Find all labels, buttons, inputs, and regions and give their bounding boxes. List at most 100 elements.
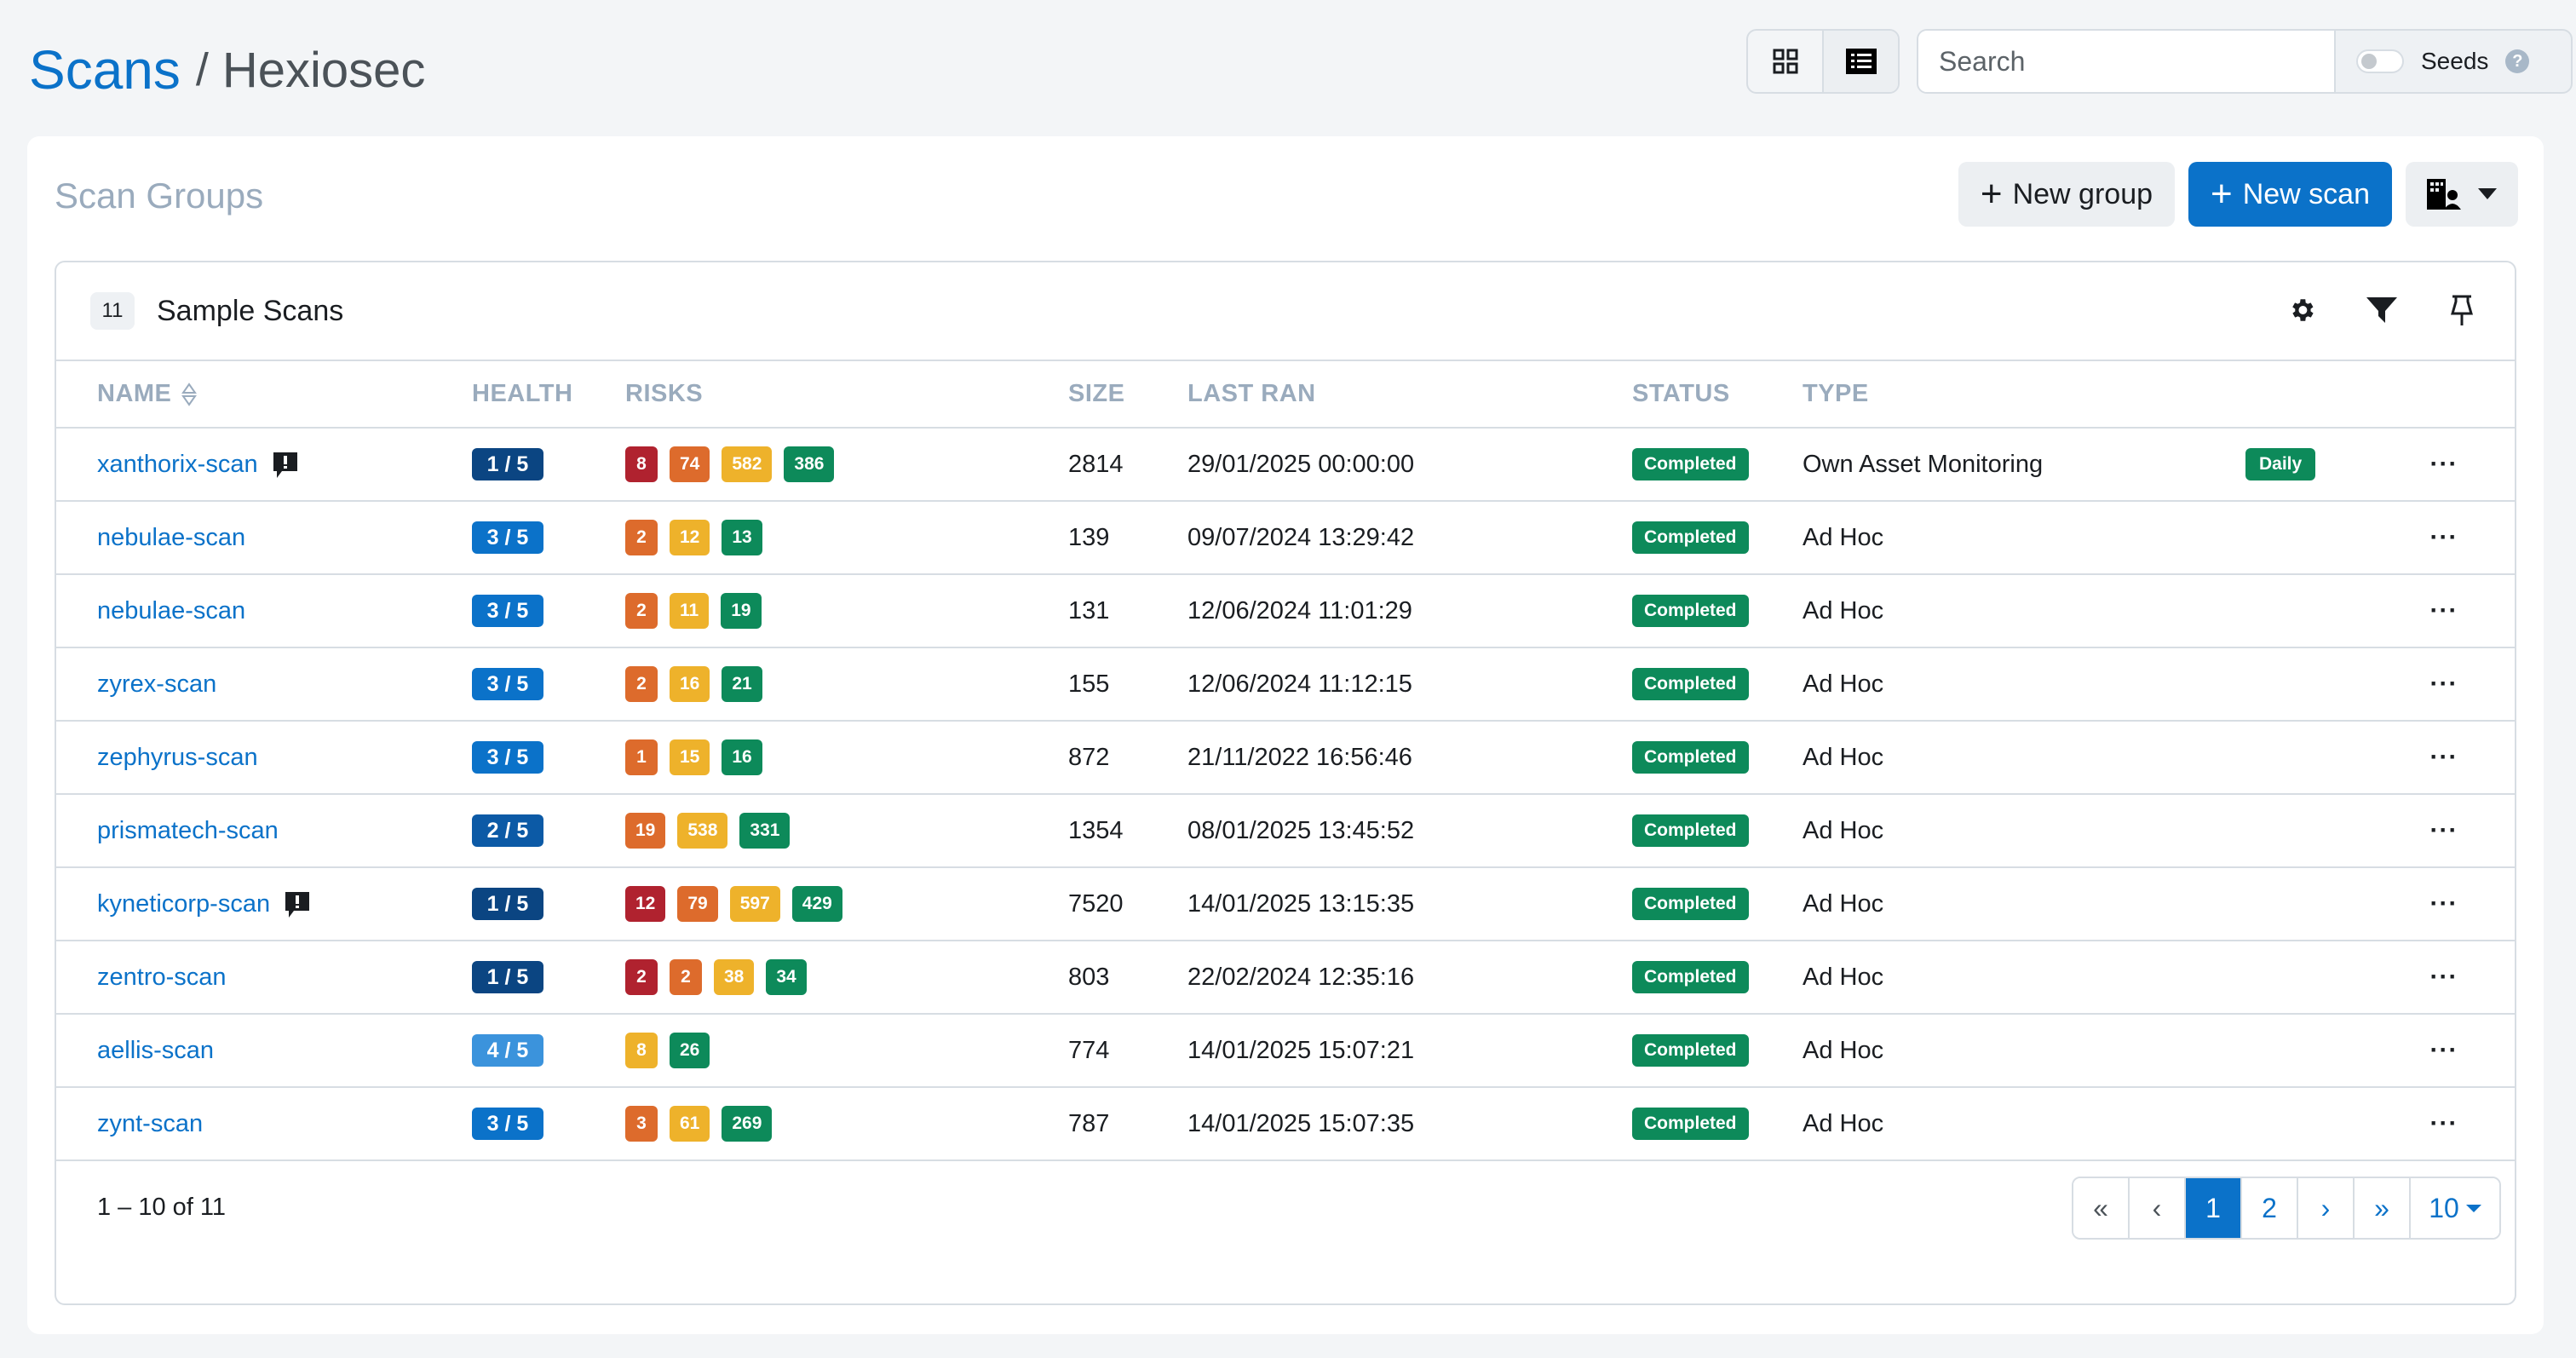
risk-badge-high[interactable]: 2 bbox=[625, 593, 658, 629]
risk-badge-low[interactable]: 429 bbox=[791, 886, 842, 922]
cell-frequency bbox=[2245, 794, 2373, 868]
cell-type: Own Asset Monitoring bbox=[1803, 428, 2245, 502]
risk-badge-critical[interactable]: 8 bbox=[625, 446, 658, 482]
risk-badge-medium[interactable]: 12 bbox=[670, 520, 710, 555]
risk-badge-low[interactable]: 21 bbox=[722, 666, 762, 702]
search-input[interactable] bbox=[1918, 31, 2336, 92]
more-actions-icon[interactable]: ··· bbox=[2430, 816, 2458, 844]
risk-badge-medium[interactable]: 15 bbox=[670, 739, 710, 775]
risk-badge-high[interactable]: 2 bbox=[625, 666, 658, 702]
risk-badge-low[interactable]: 386 bbox=[784, 446, 835, 482]
table-row[interactable]: zephyrus-scan 3 / 5 1 15 16 872 21/11/2022… bbox=[56, 721, 2515, 795]
scan-name-link[interactable]: kyneticorp-scan bbox=[97, 890, 270, 918]
table-row[interactable]: xanthorix-scan 1 / 5 8 74 582 386 2814 29/0… bbox=[56, 428, 2515, 502]
cell-name: aellis-scan bbox=[56, 1014, 472, 1088]
scan-name-link[interactable]: zephyrus-scan bbox=[97, 744, 258, 771]
breadcrumb-separator: / bbox=[195, 44, 209, 95]
risk-badge-low[interactable]: 34 bbox=[766, 959, 807, 995]
group-settings-button[interactable] bbox=[2286, 293, 2317, 327]
cell-actions: ··· bbox=[2373, 867, 2515, 941]
page-2-button[interactable]: 2 bbox=[2242, 1178, 2298, 1238]
more-actions-icon[interactable]: ··· bbox=[2430, 596, 2458, 624]
risk-badge-low[interactable]: 331 bbox=[739, 813, 791, 849]
table-row[interactable]: zentro-scan 1 / 5 2 2 38 34 803 22/02/2024 … bbox=[56, 941, 2515, 1015]
risk-badge-medium[interactable]: 597 bbox=[729, 886, 780, 922]
risk-badge-low[interactable]: 19 bbox=[721, 593, 762, 629]
scan-name-link[interactable]: zyrex-scan bbox=[97, 670, 216, 698]
cell-status: Completed bbox=[1632, 867, 1803, 941]
more-actions-icon[interactable]: ··· bbox=[2430, 523, 2458, 551]
table-row[interactable]: prismatech-scan 2 / 5 19 538 331 1354 08/0… bbox=[56, 794, 2515, 868]
risk-badge-low[interactable]: 16 bbox=[722, 739, 762, 775]
risk-badge-medium[interactable]: 538 bbox=[677, 813, 728, 849]
organisation-dropdown-button[interactable] bbox=[2406, 162, 2518, 227]
table-row[interactable]: aellis-scan 4 / 5 8 26 774 14/01/2025 15:… bbox=[56, 1014, 2515, 1088]
status-badge: Completed bbox=[1632, 888, 1749, 920]
next-page-button[interactable]: › bbox=[2298, 1178, 2355, 1238]
risk-badge-medium[interactable]: 38 bbox=[714, 959, 755, 995]
prev-page-button[interactable]: ‹ bbox=[2130, 1178, 2186, 1238]
table-row[interactable]: zynt-scan 3 / 5 3 61 269 787 14/01/2025 15… bbox=[56, 1087, 2515, 1161]
cell-frequency bbox=[2245, 941, 2373, 1015]
risk-badge-high[interactable]: 2 bbox=[625, 520, 658, 555]
risk-badge-medium[interactable]: 8 bbox=[625, 1033, 658, 1068]
more-actions-icon[interactable]: ··· bbox=[2430, 963, 2458, 991]
cell-frequency bbox=[2245, 721, 2373, 795]
risk-badge-high[interactable]: 19 bbox=[625, 813, 666, 849]
page-1-button[interactable]: 1 bbox=[2186, 1178, 2242, 1238]
seeds-toggle[interactable] bbox=[2356, 49, 2404, 73]
scan-name-link[interactable]: zentro-scan bbox=[97, 964, 227, 991]
grid-view-button[interactable] bbox=[1748, 31, 1822, 92]
cell-status: Completed bbox=[1632, 721, 1803, 795]
risk-badge-high[interactable]: 79 bbox=[677, 886, 718, 922]
risk-badge-medium[interactable]: 11 bbox=[670, 593, 710, 629]
last-page-button[interactable]: » bbox=[2355, 1178, 2411, 1238]
more-actions-icon[interactable]: ··· bbox=[2430, 743, 2458, 771]
more-actions-icon[interactable]: ··· bbox=[2430, 450, 2458, 478]
risk-badge-medium[interactable]: 61 bbox=[670, 1106, 710, 1142]
scan-name-link[interactable]: nebulae-scan bbox=[97, 524, 245, 551]
risk-badge-critical[interactable]: 12 bbox=[625, 886, 666, 922]
breadcrumb-scans-link[interactable]: Scans bbox=[29, 38, 181, 101]
scan-name-link[interactable]: nebulae-scan bbox=[97, 597, 245, 624]
risk-badge-medium[interactable]: 16 bbox=[670, 666, 710, 702]
column-header-name[interactable]: NAME bbox=[56, 361, 472, 429]
group-pin-button[interactable] bbox=[2447, 293, 2477, 327]
page-size-dropdown[interactable]: 10 bbox=[2411, 1178, 2499, 1238]
comment-alert-icon[interactable] bbox=[285, 891, 310, 918]
scan-name-link[interactable]: xanthorix-scan bbox=[97, 451, 258, 478]
new-group-button[interactable]: + New group bbox=[1958, 162, 2176, 227]
table-row[interactable]: kyneticorp-scan 1 / 5 12 79 597 429 7520 14… bbox=[56, 867, 2515, 941]
new-scan-button[interactable]: + New scan bbox=[2188, 162, 2392, 227]
table-row[interactable]: nebulae-scan 3 / 5 2 11 19 131 12/06/2024 … bbox=[56, 574, 2515, 648]
scan-name-link[interactable]: aellis-scan bbox=[97, 1037, 214, 1064]
cell-risks: 8 74 582 386 bbox=[625, 428, 1068, 502]
cell-name: nebulae-scan bbox=[56, 574, 472, 648]
table-row[interactable]: zyrex-scan 3 / 5 2 16 21 155 12/06/2024 11… bbox=[56, 647, 2515, 722]
more-actions-icon[interactable]: ··· bbox=[2430, 1109, 2458, 1137]
risk-badge-medium[interactable]: 582 bbox=[722, 446, 773, 482]
risk-badge-low[interactable]: 13 bbox=[722, 520, 762, 555]
list-view-button[interactable] bbox=[1822, 31, 1898, 92]
table-row[interactable]: nebulae-scan 3 / 5 2 12 13 139 09/07/2024 … bbox=[56, 501, 2515, 575]
status-badge: Completed bbox=[1632, 1034, 1749, 1067]
risk-badge-high[interactable]: 2 bbox=[670, 959, 702, 995]
first-page-button[interactable]: « bbox=[2073, 1178, 2130, 1238]
group-filter-button[interactable] bbox=[2366, 293, 2397, 327]
risk-badge-high[interactable]: 74 bbox=[670, 446, 710, 482]
status-badge: Completed bbox=[1632, 595, 1749, 627]
comment-alert-icon[interactable] bbox=[273, 452, 297, 478]
scan-name-link[interactable]: zynt-scan bbox=[97, 1110, 203, 1137]
risk-badge-low[interactable]: 26 bbox=[670, 1033, 710, 1068]
scan-name-link[interactable]: prismatech-scan bbox=[97, 817, 279, 844]
column-header-size: SIZE bbox=[1068, 361, 1187, 429]
risk-badge-high[interactable]: 1 bbox=[625, 739, 658, 775]
help-icon[interactable]: ? bbox=[2505, 49, 2530, 73]
risk-badge-critical[interactable]: 2 bbox=[625, 959, 658, 995]
more-actions-icon[interactable]: ··· bbox=[2430, 1036, 2458, 1064]
risk-badge-low[interactable]: 269 bbox=[722, 1106, 773, 1142]
more-actions-icon[interactable]: ··· bbox=[2430, 889, 2458, 918]
risk-badge-high[interactable]: 3 bbox=[625, 1106, 658, 1142]
new-group-label: New group bbox=[2012, 177, 2153, 210]
more-actions-icon[interactable]: ··· bbox=[2430, 670, 2458, 698]
